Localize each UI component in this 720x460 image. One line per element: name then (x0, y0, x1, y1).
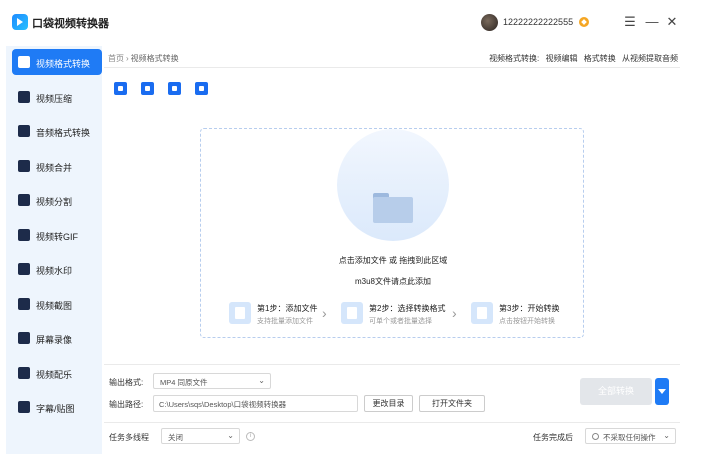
video-merge-icon (18, 160, 30, 172)
no-action-icon (592, 433, 599, 440)
video-compress-icon (18, 91, 30, 103)
divider (104, 422, 680, 423)
chevron-down-icon: ⌄ (663, 431, 670, 440)
breadcrumb-home[interactable]: 首页 (108, 54, 124, 63)
screen-record-icon (18, 332, 30, 344)
step-subtitle: 可单个或者批量选择 (369, 318, 432, 325)
convert-step-icon (471, 302, 493, 324)
related-links: 视频格式转换: 视频编辑 格式转换 从视频提取音频 (489, 53, 678, 64)
menu-icon[interactable]: ☰ (622, 13, 638, 31)
link-video-edit[interactable]: 视频编辑 (546, 54, 578, 63)
app-title: 口袋视频转换器 (32, 18, 109, 30)
format-step-icon (341, 302, 363, 324)
username[interactable]: 12222222222555 (503, 17, 573, 27)
chevron-down-icon: ⌄ (258, 376, 265, 385)
step-title: 第3步：开始转换 (499, 304, 560, 313)
batch-icon[interactable] (168, 82, 181, 95)
after-task-select[interactable]: 不采取任何操作 ⌄ (585, 428, 676, 444)
sidebar-item-soundtrack[interactable]: 视频配乐 (12, 360, 102, 386)
folder-icon (373, 193, 413, 223)
related-links-prefix: 视频格式转换: (489, 54, 540, 63)
sidebar-item-screen-record[interactable]: 屏幕录像 (12, 325, 102, 351)
add-file-step-icon (229, 302, 251, 324)
add-folder-icon[interactable] (141, 82, 154, 95)
step-title: 第2步：选择转换格式 (369, 304, 446, 313)
sidebar-item-label: 视频转GIF (36, 232, 78, 242)
breadcrumb: 首页 › 视频格式转换 (108, 53, 179, 64)
subtitle-icon (18, 401, 30, 413)
open-folder-button[interactable]: 打开文件夹 (419, 395, 485, 412)
drop-illustration (337, 129, 449, 241)
chevron-right-icon: › (322, 305, 327, 321)
sidebar-item-video-merge[interactable]: 视频合并 (12, 153, 102, 179)
sidebar-item-label: 视频水印 (36, 266, 73, 276)
after-task-label: 任务完成后 (533, 433, 573, 442)
step-subtitle: 点击按钮开始转换 (499, 318, 555, 325)
sidebar-item-label: 视频截图 (36, 301, 73, 311)
link-extract-audio[interactable]: 从视频提取音频 (622, 54, 678, 63)
sidebar-item-label: 屏幕录像 (36, 335, 73, 345)
step-title: 第1步：添加文件 (257, 304, 318, 313)
sidebar-item-label: 视频压缩 (36, 94, 73, 104)
convert-options-dropdown[interactable] (655, 378, 669, 405)
gif-icon (18, 229, 30, 241)
video-split-icon (18, 194, 30, 206)
m3u8-icon[interactable] (195, 82, 208, 95)
info-icon[interactable]: i (246, 432, 255, 441)
sidebar-item-watermark[interactable]: 视频水印 (12, 256, 102, 282)
watermark-icon (18, 263, 30, 275)
link-format-convert[interactable]: 格式转换 (584, 54, 616, 63)
output-format-label: 输出格式: (109, 378, 144, 387)
sidebar-item-video-compress[interactable]: 视频压缩 (12, 84, 102, 110)
sidebar: 视频格式转换 视频压缩 音频格式转换 视频合并 视频分割 视频转GIF 视频水印… (6, 46, 102, 454)
avatar[interactable] (481, 14, 498, 31)
video-convert-icon (18, 56, 30, 68)
title-bar: 口袋视频转换器 12222222222555 ☰ — ✕ (0, 0, 720, 46)
threads-label: 任务多线程 (109, 433, 149, 442)
threads-select[interactable]: 关闭 ⌄ (161, 428, 240, 444)
after-task-value: 不采取任何操作 (603, 433, 656, 442)
drop-zone[interactable]: 点击添加文件 或 拖拽到此区域 m3u8文件请点此添加 第1步：添加文件 支持批… (200, 128, 584, 338)
vip-icon[interactable] (579, 17, 589, 27)
chevron-down-icon: ⌄ (227, 431, 234, 440)
sidebar-item-label: 视频合并 (36, 163, 73, 173)
minimize-icon[interactable]: — (644, 13, 660, 31)
sidebar-item-screenshot[interactable]: 视频截图 (12, 291, 102, 317)
drop-hint: 点击添加文件 或 拖拽到此区域 (338, 256, 448, 265)
close-icon[interactable]: ✕ (664, 13, 680, 31)
sidebar-item-video-split[interactable]: 视频分割 (12, 187, 102, 213)
output-format-select[interactable]: MP4 同原文件 ⌄ (153, 373, 271, 389)
breadcrumb-current: 视频格式转换 (130, 54, 179, 63)
music-icon (18, 367, 30, 379)
output-path-field[interactable]: C:\Users\sqs\Desktop\口袋视频转换器 (153, 395, 358, 412)
sidebar-item-label: 视频配乐 (36, 370, 73, 380)
sidebar-item-audio-convert[interactable]: 音频格式转换 (12, 118, 102, 144)
convert-all-button[interactable]: 全部转换 (580, 378, 652, 405)
app-logo-icon (12, 14, 28, 30)
breadcrumb-separator: › (126, 54, 129, 63)
sidebar-item-video-convert[interactable]: 视频格式转换 (12, 49, 102, 75)
threads-value: 关闭 (168, 433, 183, 442)
chevron-right-icon: › (452, 305, 457, 321)
m3u8-hint[interactable]: m3u8文件请点此添加 (201, 276, 585, 287)
screenshot-icon (18, 298, 30, 310)
output-path-label: 输出路径: (109, 400, 144, 409)
change-dir-button[interactable]: 更改目录 (364, 395, 413, 412)
sidebar-item-label: 视频分割 (36, 197, 73, 207)
audio-convert-icon (18, 125, 30, 137)
sidebar-item-label: 音频格式转换 (36, 128, 91, 138)
divider (104, 67, 680, 68)
step-subtitle: 支持批量添加文件 (257, 318, 313, 325)
sidebar-item-subtitle[interactable]: 字幕/贴图 (12, 394, 102, 420)
sidebar-item-video-gif[interactable]: 视频转GIF (12, 222, 102, 248)
output-format-value: MP4 同原文件 (160, 378, 208, 387)
add-file-icon[interactable] (114, 82, 127, 95)
sidebar-item-label: 字幕/贴图 (36, 404, 75, 414)
sidebar-item-label: 视频格式转换 (36, 59, 91, 69)
divider (104, 364, 680, 365)
